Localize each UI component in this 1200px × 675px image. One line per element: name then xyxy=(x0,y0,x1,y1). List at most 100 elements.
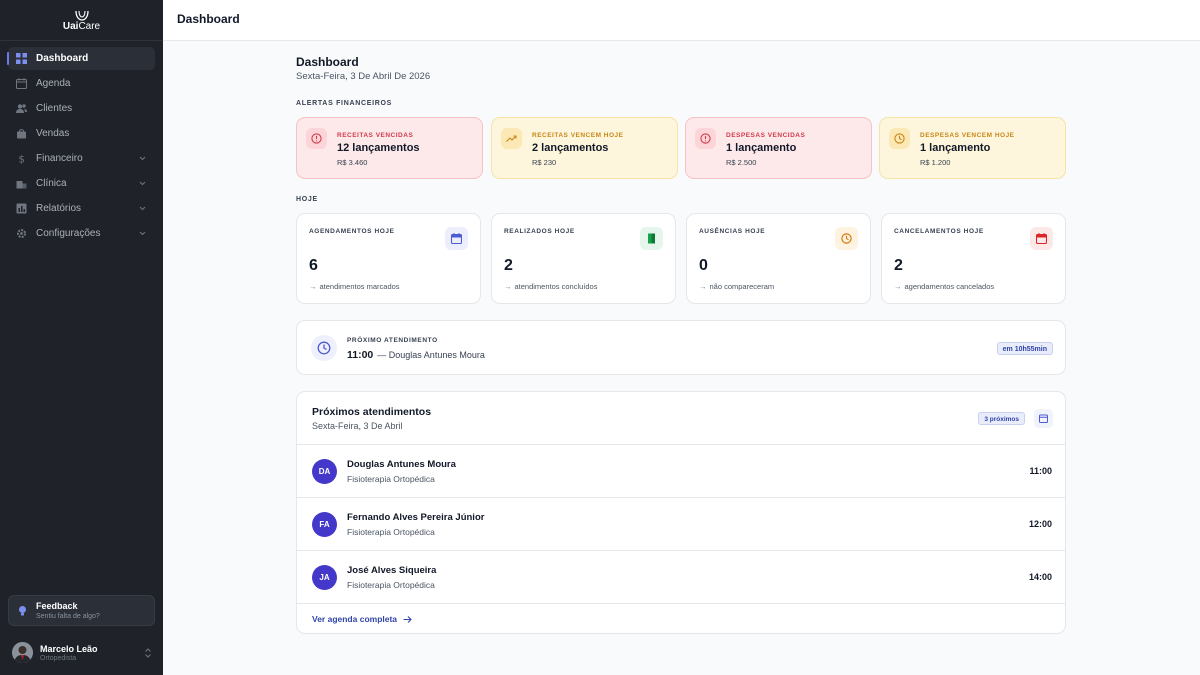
alert-despesas-vencidas[interactable]: DESPESAS VENCIDAS 1 lançamento R$ 2.500 xyxy=(685,117,872,179)
sidebar-item-label: Dashboard xyxy=(36,53,89,64)
patient-name: Douglas Antunes Moura xyxy=(347,459,456,470)
arrow-right-icon: → xyxy=(504,282,512,291)
logo-icon xyxy=(74,10,89,21)
stat-ausencias-hoje[interactable]: AUSÊNCIAS HOJE 0 → não compareceram xyxy=(686,213,871,304)
next-appointment-card[interactable]: PRÓXIMO ATENDIMENTO 11:00— Douglas Antun… xyxy=(296,320,1066,375)
next-label: PRÓXIMO ATENDIMENTO xyxy=(347,337,438,344)
next-time: 11:00 xyxy=(347,349,374,361)
upcoming-date: Sexta-Feira, 3 De Abril xyxy=(312,421,403,431)
stat-iconbox xyxy=(445,227,468,250)
users-icon xyxy=(16,104,27,113)
appointment-list: DA Douglas Antunes Moura Fisioterapia Or… xyxy=(297,444,1065,604)
alert-count: 1 lançamento xyxy=(726,142,797,154)
chevron-down-icon xyxy=(139,156,146,161)
appointment-time: 12:00 xyxy=(1028,519,1052,529)
app-logo[interactable]: UaiCare xyxy=(0,10,163,33)
grid-icon xyxy=(16,53,27,64)
sidebar-item-financeiro[interactable]: $ Financeiro xyxy=(8,147,155,170)
sidebar-divider xyxy=(0,40,163,41)
stat-cancelamentos-hoje[interactable]: CANCELAMENTOS HOJE 2 → agendamentos cance… xyxy=(881,213,1066,304)
sidebar-item-configuracoes[interactable]: Configurações xyxy=(8,222,155,245)
chevron-updown-icon xyxy=(145,648,151,658)
feedback-title: Feedback xyxy=(36,601,78,611)
sidebar-item-label: Clínica xyxy=(36,178,67,189)
sidebar-item-vendas[interactable]: Vendas xyxy=(8,122,155,145)
alert-iconbox xyxy=(501,128,522,149)
stat-label: REALIZADOS HOJE xyxy=(504,228,575,235)
lightbulb-icon xyxy=(19,606,26,616)
door-icon xyxy=(648,233,655,244)
feedback-subtitle: Sentiu falta de algo? xyxy=(36,613,100,620)
appointment-time: 11:00 xyxy=(1029,466,1052,476)
dollar-icon: $ xyxy=(19,155,25,165)
alert-count: 1 lançamento xyxy=(920,142,991,154)
sidebar-item-label: Clientes xyxy=(36,103,73,114)
alert-receitas-vencem-hoje[interactable]: RECEITAS VENCEM HOJE 2 lançamentos R$ 23… xyxy=(491,117,678,179)
upcoming-title: Próximos atendimentos xyxy=(312,406,432,418)
shopping-bag-icon xyxy=(17,129,26,139)
list-item[interactable]: FA Fernando Alves Pereira Júnior Fisiote… xyxy=(297,498,1065,551)
stat-value: 0 xyxy=(699,257,708,274)
page-date: Sexta-Feira, 3 De Abril De 2026 xyxy=(296,71,431,82)
alert-amount: R$ 1.200 xyxy=(920,158,951,167)
appointment-time: 14:00 xyxy=(1028,572,1052,582)
list-item[interactable]: DA Douglas Antunes Moura Fisioterapia Or… xyxy=(297,445,1065,498)
alert-amount: R$ 230 xyxy=(532,158,557,167)
today-section-label: HOJE xyxy=(296,196,318,203)
next-line: 11:00— Douglas Antunes Moura xyxy=(347,349,485,361)
user-name: Marcelo Leão xyxy=(40,644,98,654)
stat-value: 2 xyxy=(504,257,513,274)
sidebar-item-relatorios[interactable]: Relatórios xyxy=(8,197,155,220)
stat-iconbox xyxy=(835,227,858,250)
sidebar-item-agenda[interactable]: Agenda xyxy=(8,72,155,95)
alert-label: RECEITAS VENCEM HOJE xyxy=(532,132,624,139)
countdown-badge: em 10h55min xyxy=(996,342,1053,355)
stat-iconbox xyxy=(640,227,663,250)
avatar: DA xyxy=(312,459,337,484)
alert-label: DESPESAS VENCEM HOJE xyxy=(920,132,1015,139)
alert-iconbox xyxy=(889,128,910,149)
user-photo-icon xyxy=(12,642,33,663)
sidebar-item-label: Agenda xyxy=(36,78,71,89)
sidebar-item-dashboard[interactable]: Dashboard xyxy=(7,47,155,70)
alert-label: RECEITAS VENCIDAS xyxy=(337,132,414,139)
alert-circle-icon xyxy=(311,133,322,144)
avatar: JA xyxy=(312,565,337,590)
view-full-agenda-link[interactable]: Ver agenda completa xyxy=(312,614,412,624)
calendar-button[interactable] xyxy=(1034,409,1053,428)
stat-realizados-hoje[interactable]: REALIZADOS HOJE 2 → atendimentos concluíd… xyxy=(491,213,676,304)
sidebar-item-clientes[interactable]: Clientes xyxy=(8,97,155,120)
next-iconbox xyxy=(311,335,337,361)
link-label: Ver agenda completa xyxy=(312,614,398,624)
arrow-right-icon: → xyxy=(699,282,707,291)
stat-note: → não compareceram xyxy=(699,282,775,291)
stat-label: AUSÊNCIAS HOJE xyxy=(699,228,766,235)
clock-icon xyxy=(317,341,331,355)
sidebar-item-clinica[interactable]: Clínica xyxy=(8,172,155,195)
user-menu[interactable]: Marcelo Leão Ortopedista xyxy=(12,642,152,664)
stat-label: CANCELAMENTOS HOJE xyxy=(894,228,984,235)
alert-iconbox xyxy=(306,128,327,149)
next-patient: — Douglas Antunes Moura xyxy=(377,350,485,360)
stat-agendamentos-hoje[interactable]: AGENDAMENTOS HOJE 6 → atendimentos marcad… xyxy=(296,213,481,304)
header-title: Dashboard xyxy=(177,12,240,26)
list-item[interactable]: JA José Alves Siqueira Fisioterapia Orto… xyxy=(297,551,1065,604)
sidebar: UaiCare Dashboard Agenda Clientes Vendas… xyxy=(0,0,163,675)
sidebar-item-label: Configurações xyxy=(36,228,101,239)
patient-name: José Alves Siqueira xyxy=(347,565,437,576)
feedback-button[interactable]: Feedback Sentiu falta de algo? xyxy=(8,595,155,626)
gear-icon xyxy=(17,229,26,238)
alert-despesas-vencem-hoje[interactable]: DESPESAS VENCEM HOJE 1 lançamento R$ 1.2… xyxy=(879,117,1066,179)
patient-name: Fernando Alves Pereira Júnior xyxy=(347,512,485,523)
clock-icon xyxy=(894,133,905,144)
specialty: Fisioterapia Ortopédica xyxy=(347,580,435,590)
sidebar-nav: Dashboard Agenda Clientes Vendas $ Finan… xyxy=(7,47,155,247)
alert-amount: R$ 3.460 xyxy=(337,158,368,167)
avatar xyxy=(12,642,33,663)
alerts-section-label: ALERTAS FINANCEIROS xyxy=(296,100,393,107)
calendar-icon xyxy=(451,233,462,244)
avatar: FA xyxy=(312,512,337,537)
alert-receitas-vencidas[interactable]: RECEITAS VENCIDAS 12 lançamentos R$ 3.46… xyxy=(296,117,483,179)
logo-text: UaiCare xyxy=(62,21,101,32)
upcoming-count-badge: 3 próximos xyxy=(978,412,1025,425)
